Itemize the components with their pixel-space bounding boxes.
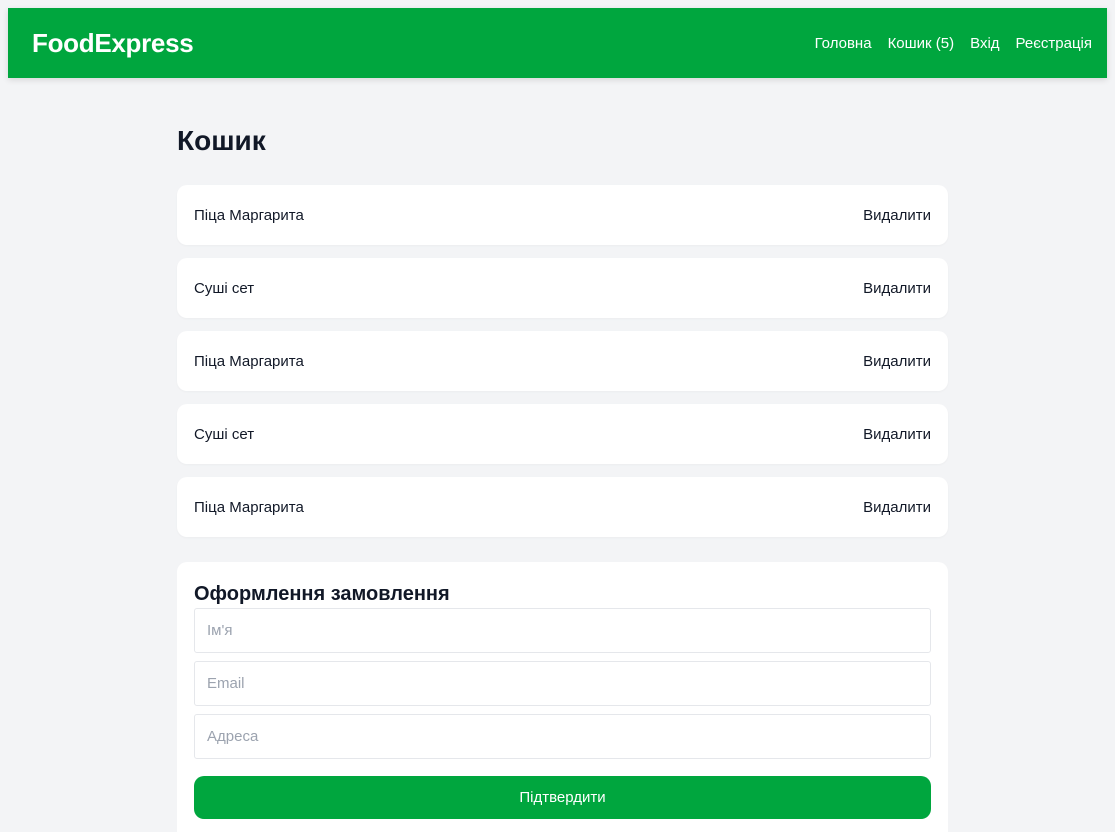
brand-logo[interactable]: FoodExpress: [32, 28, 194, 59]
checkout-form: Оформлення замовлення Підтвердити: [177, 562, 948, 832]
nav-link-cart[interactable]: Кошик (5): [888, 35, 955, 52]
cart-item: Піца Маргарита Видалити: [177, 185, 948, 245]
confirm-order-button[interactable]: Підтвердити: [194, 776, 931, 819]
cart-item-name: Піца Маргарита: [194, 352, 304, 370]
top-navbar: FoodExpress Головна Кошик (5) Вхід Реєст…: [8, 8, 1107, 78]
cart-item-name: Піца Маргарита: [194, 498, 304, 516]
address-field[interactable]: [194, 714, 931, 759]
checkout-title: Оформлення замовлення: [194, 583, 450, 605]
cart-item: Піца Маргарита Видалити: [177, 477, 948, 537]
page-title: Кошик: [177, 125, 266, 156]
nav-links: Головна Кошик (5) Вхід Реєстрація: [815, 35, 1092, 52]
nav-link-login[interactable]: Вхід: [970, 35, 999, 52]
cart-item-name: Суші сет: [194, 279, 255, 297]
cart-page: Кошик Піца Маргарита Видалити Суші сет В…: [177, 78, 948, 832]
name-field[interactable]: [194, 608, 931, 653]
cart-list: Піца Маргарита Видалити Суші сет Видалит…: [177, 185, 948, 537]
remove-item-button[interactable]: Видалити: [863, 207, 931, 224]
cart-item-name: Суші сет: [194, 425, 255, 443]
nav-link-register[interactable]: Реєстрація: [1016, 35, 1092, 52]
remove-item-button[interactable]: Видалити: [863, 426, 931, 443]
remove-item-button[interactable]: Видалити: [863, 280, 931, 297]
remove-item-button[interactable]: Видалити: [863, 353, 931, 370]
remove-item-button[interactable]: Видалити: [863, 499, 931, 516]
cart-item: Суші сет Видалити: [177, 258, 948, 318]
cart-item: Суші сет Видалити: [177, 404, 948, 464]
cart-item: Піца Маргарита Видалити: [177, 331, 948, 391]
email-field[interactable]: [194, 661, 931, 706]
cart-item-name: Піца Маргарита: [194, 206, 304, 224]
nav-link-home[interactable]: Головна: [815, 35, 872, 52]
checkout-fields: [194, 608, 931, 759]
